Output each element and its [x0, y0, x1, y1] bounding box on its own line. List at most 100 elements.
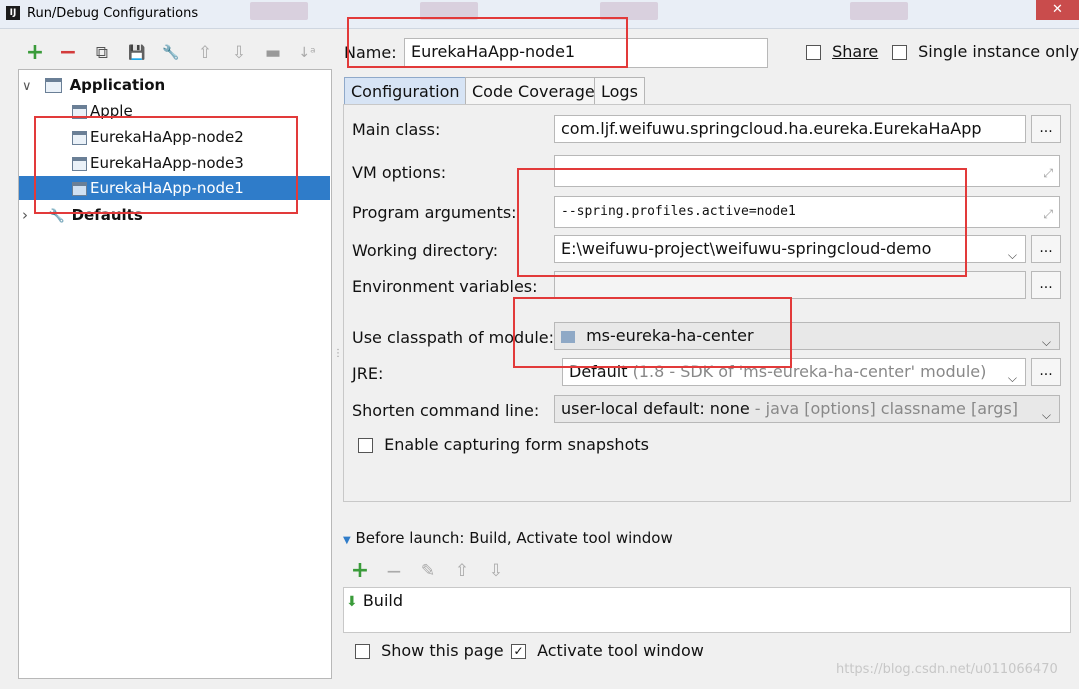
tree-item-label: Apple — [90, 102, 133, 120]
capture-snapshots-checkbox[interactable]: Enable capturing form snapshots — [358, 435, 649, 454]
chevron-down-icon[interactable]: ⌵ — [1042, 402, 1051, 422]
name-input[interactable]: EurekaHaApp-node1 — [404, 38, 768, 68]
checkbox-checked-icon[interactable]: ✓ — [511, 644, 526, 659]
environment-variables-browse-button[interactable]: ... — [1031, 271, 1061, 299]
tree-item-apple[interactable]: Apple — [72, 99, 133, 123]
single-instance-checkbox[interactable]: Single instance only — [892, 42, 1079, 61]
tab-logs[interactable]: Logs — [594, 77, 645, 106]
chevron-down-icon[interactable]: ⌵ — [1008, 242, 1017, 262]
application-group-icon — [44, 78, 62, 93]
expand-arrow-icon[interactable]: ∨ — [22, 75, 40, 99]
main-class-browse-button[interactable]: ... — [1031, 115, 1061, 143]
share-checkbox[interactable]: Share — [806, 42, 878, 61]
vm-options-input[interactable]: ⤢ — [554, 155, 1060, 187]
remove-configuration-icon[interactable]: − — [57, 42, 79, 64]
main-class-input[interactable]: com.ljf.weifuwu.springcloud.ha.eureka.Eu… — [554, 115, 1026, 143]
watermark: https://blog.csdn.net/u011066470 — [836, 662, 1058, 677]
tab-code-coverage[interactable]: Code Coverage — [465, 77, 602, 106]
tree-node-defaults[interactable]: › 🔧 Defaults — [22, 203, 143, 227]
shorten-command-label: Shorten command line: — [352, 401, 540, 420]
task-build[interactable]: ⬇ Build — [346, 591, 403, 610]
single-instance-label: Single instance only — [918, 42, 1079, 61]
vm-options-label: VM options: — [352, 163, 447, 182]
run-config-icon — [72, 130, 87, 145]
activate-tool-window-label: Activate tool window — [537, 641, 704, 660]
checkbox-icon[interactable] — [806, 45, 821, 60]
working-directory-browse-button[interactable]: ... — [1031, 235, 1061, 263]
edit-defaults-icon[interactable]: 🔧 — [160, 42, 182, 64]
program-arguments-value: --spring.profiles.active=node1 — [561, 204, 796, 219]
tab-configuration[interactable]: Configuration — [344, 77, 467, 106]
tree-item-node2[interactable]: EurekaHaApp-node2 — [72, 125, 244, 149]
tree-item-label: EurekaHaApp-node2 — [90, 128, 244, 146]
window-close-button[interactable]: ✕ — [1036, 0, 1079, 20]
show-this-page-label: Show this page — [381, 641, 504, 660]
run-config-icon — [72, 156, 87, 171]
sort-icon[interactable]: ↓ᵃ — [296, 42, 318, 64]
chevron-down-icon[interactable]: ⌵ — [1008, 365, 1017, 385]
collapse-triangle-icon[interactable]: ▼ — [343, 535, 351, 546]
tree-node-application[interactable]: ∨ Application — [22, 73, 165, 97]
checkbox-icon[interactable] — [358, 438, 373, 453]
tree-node-label: Application — [69, 76, 166, 94]
program-arguments-input[interactable]: --spring.profiles.active=node1 ⤢ — [554, 196, 1060, 228]
move-task-up-icon[interactable]: ⇧ — [451, 560, 473, 582]
module-folder-icon — [561, 330, 575, 343]
program-arguments-label: Program arguments: — [352, 203, 517, 222]
classpath-module-select[interactable]: ms-eureka-ha-center ⌵ — [554, 322, 1060, 350]
jre-browse-button[interactable]: ... — [1031, 358, 1061, 386]
before-launch-task-list[interactable] — [343, 587, 1071, 633]
task-build-label: Build — [362, 591, 403, 610]
working-directory-label: Working directory: — [352, 241, 499, 260]
before-launch-title: Before launch: Build, Activate tool wind… — [355, 529, 673, 547]
window-title: Run/Debug Configurations — [27, 6, 199, 21]
run-config-icon — [72, 104, 87, 119]
add-task-icon[interactable]: + — [349, 560, 371, 582]
move-up-icon[interactable]: ⇧ — [194, 42, 216, 64]
working-directory-value: E:\weifuwu-project\weifuwu-springcloud-d… — [561, 239, 932, 258]
tree-node-label: Defaults — [71, 206, 143, 224]
jre-select[interactable]: Default (1.8 - SDK of 'ms-eureka-ha-cent… — [562, 358, 1026, 386]
tree-item-node3[interactable]: EurekaHaApp-node3 — [72, 151, 244, 175]
shorten-command-hint: - java [options] classname [args] — [754, 399, 1019, 418]
checkbox-icon[interactable] — [355, 644, 370, 659]
folder-icon[interactable]: ▬ — [262, 42, 284, 64]
shorten-command-value: user-local default: none — [561, 399, 750, 418]
jre-label: JRE: — [352, 364, 384, 383]
intellij-app-icon: IJ — [6, 6, 20, 20]
expand-editor-icon[interactable]: ⤢ — [1043, 160, 1053, 186]
activate-tool-window-checkbox[interactable]: ✓ Activate tool window — [511, 641, 704, 660]
name-label: Name: — [344, 43, 397, 62]
jre-hint: (1.8 - SDK of 'ms-eureka-ha-center' modu… — [632, 362, 987, 381]
main-class-label: Main class: — [352, 120, 441, 139]
background-window-tab — [420, 2, 478, 20]
expand-editor-icon[interactable]: ⤢ — [1043, 201, 1053, 227]
move-down-icon[interactable]: ⇩ — [228, 42, 250, 64]
add-configuration-icon[interactable]: + — [24, 42, 46, 64]
background-window-tab — [600, 2, 658, 20]
working-directory-input[interactable]: E:\weifuwu-project\weifuwu-springcloud-d… — [554, 235, 1026, 263]
background-window-tab — [850, 2, 908, 20]
checkbox-icon[interactable] — [892, 45, 907, 60]
wrench-icon: 🔧 — [48, 209, 65, 224]
collapse-arrow-icon[interactable]: › — [22, 203, 44, 227]
copy-configuration-icon[interactable]: ⧉ — [91, 42, 113, 64]
share-label: Share — [832, 42, 879, 61]
splitter-handle[interactable]: ⋮ — [333, 348, 343, 359]
jre-value: Default — [569, 362, 628, 381]
chevron-down-icon[interactable]: ⌵ — [1042, 329, 1051, 349]
show-this-page-checkbox[interactable]: Show this page — [355, 641, 504, 660]
environment-variables-input[interactable] — [554, 271, 1026, 299]
classpath-module-value: ms-eureka-ha-center — [586, 326, 754, 345]
background-window-tab — [250, 2, 308, 20]
shorten-command-select[interactable]: user-local default: none - java [options… — [554, 395, 1060, 423]
move-task-down-icon[interactable]: ⇩ — [485, 560, 507, 582]
run-config-icon — [72, 181, 87, 196]
edit-task-icon[interactable]: ✎ — [417, 560, 439, 582]
classpath-module-label: Use classpath of module: — [352, 328, 555, 347]
before-launch-header[interactable]: ▼ Before launch: Build, Activate tool wi… — [343, 529, 673, 547]
tree-item-node1[interactable]: EurekaHaApp-node1 — [72, 176, 244, 200]
tree-item-label: EurekaHaApp-node1 — [90, 179, 244, 197]
save-configuration-icon[interactable]: 💾 — [126, 42, 148, 64]
remove-task-icon[interactable]: − — [383, 560, 405, 582]
